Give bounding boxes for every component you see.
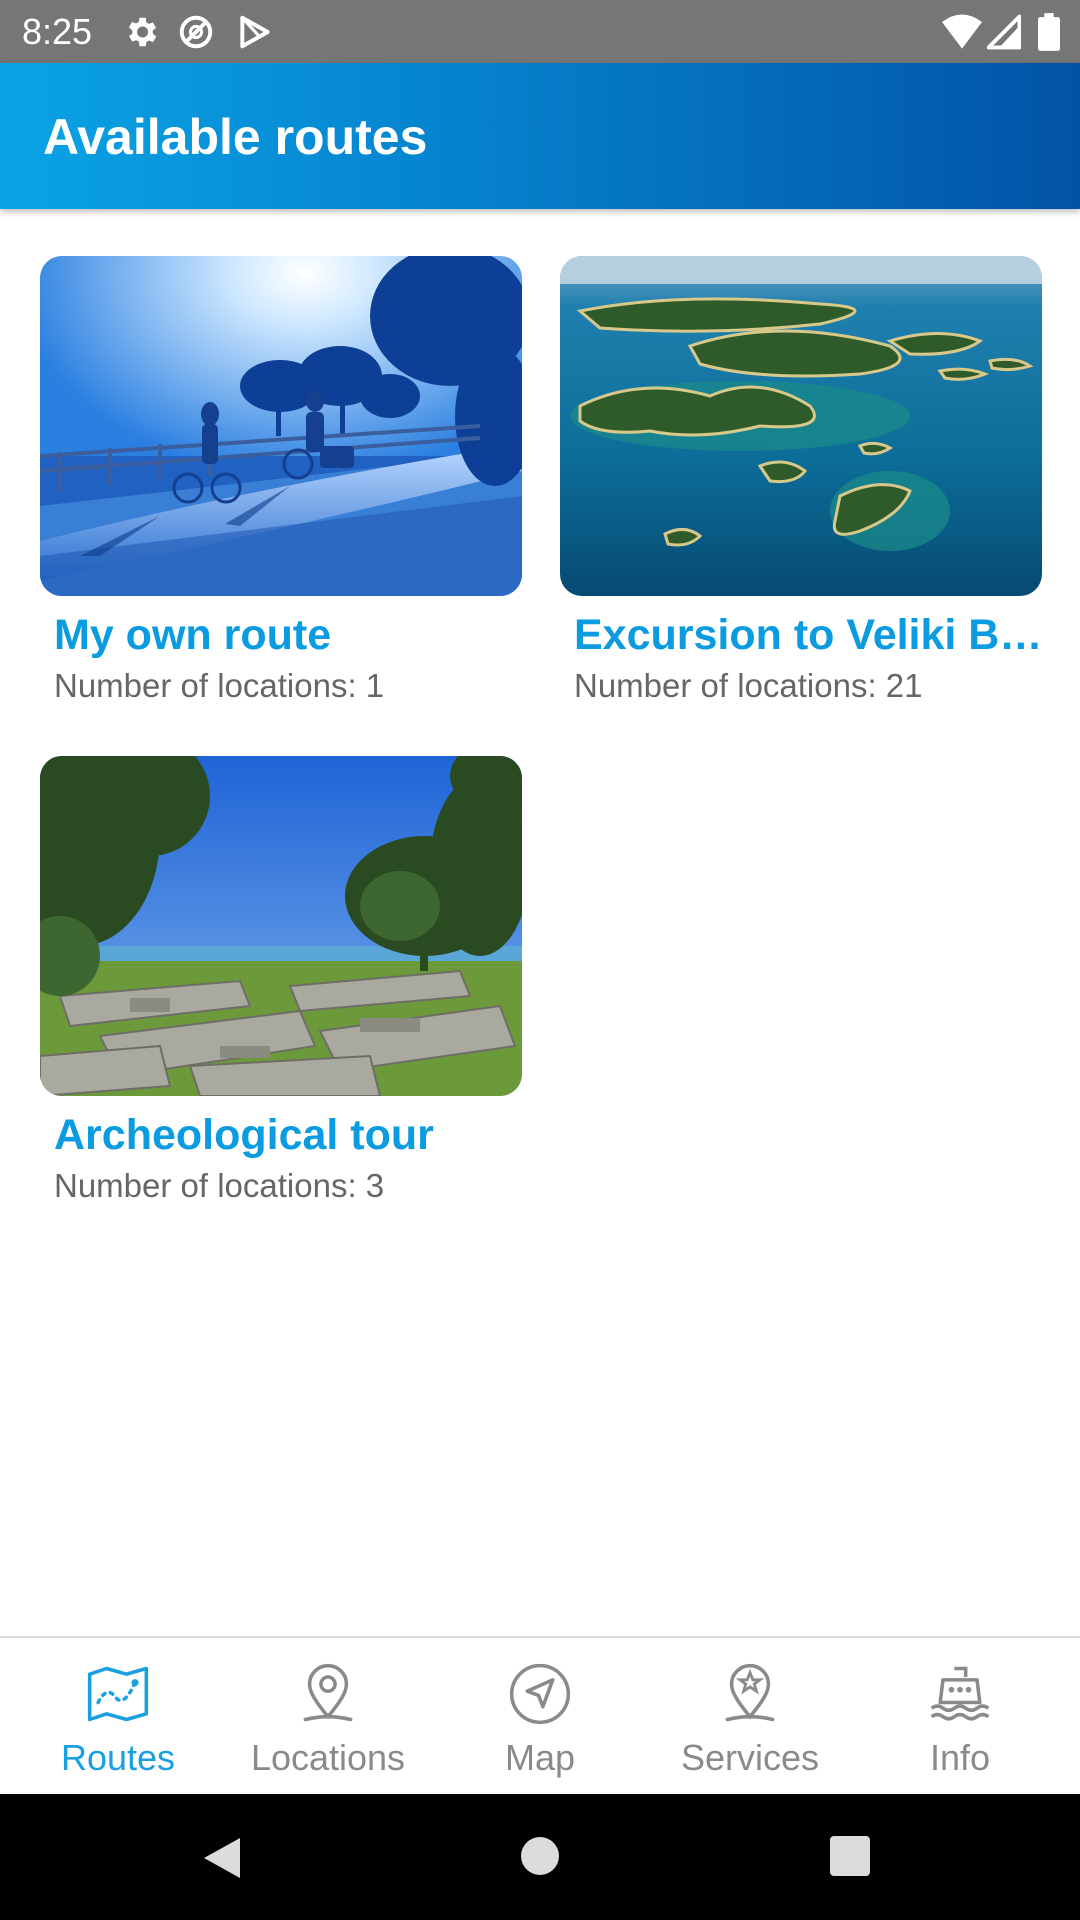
nav-info[interactable]: Info <box>852 1638 1068 1796</box>
route-title: Excursion to Veliki Brijun <box>574 611 1052 659</box>
status-time: 8:25 <box>22 11 93 52</box>
star-pin-icon <box>716 1660 784 1728</box>
nav-label: Info <box>929 1737 991 1778</box>
battery-icon <box>1038 13 1060 56</box>
nav-map[interactable]: Map <box>432 1638 648 1796</box>
page-title: Available routes <box>43 109 428 165</box>
system-nav-bar <box>0 1794 1080 1920</box>
bottom-nav: Routes Locations Map Services Info <box>0 1636 1080 1796</box>
route-location-count: Number of locations: 3 <box>54 1167 385 1204</box>
nav-label: Routes <box>60 1737 176 1778</box>
route-card[interactable]: My own route Number of locations: 1 <box>40 256 522 716</box>
navigation-arrow-icon <box>506 1660 574 1728</box>
nav-label: Services <box>680 1737 820 1778</box>
ship-icon <box>926 1660 994 1728</box>
route-card[interactable]: Excursion to Veliki Brijun Number of loc… <box>560 256 1052 716</box>
map-route-icon <box>84 1660 152 1728</box>
gear-icon <box>122 13 160 56</box>
route-title: Archeological tour <box>54 1111 434 1159</box>
nav-label: Map <box>504 1737 576 1778</box>
route-title: My own route <box>54 611 332 659</box>
nav-routes[interactable]: Routes <box>10 1638 226 1796</box>
app-bar: Available routes <box>0 63 1080 209</box>
at-sign-icon <box>177 13 215 56</box>
recents-icon[interactable] <box>830 1836 870 1881</box>
back-icon[interactable] <box>200 1834 244 1887</box>
status-bar: 8:25 <box>0 0 1080 63</box>
route-card[interactable]: Archeological tour Number of locations: … <box>40 756 522 1216</box>
nav-services[interactable]: Services <box>642 1638 858 1796</box>
aerial-islands-photo <box>560 256 1042 596</box>
location-pin-icon <box>294 1660 362 1728</box>
play-store-icon <box>236 13 274 56</box>
nav-locations[interactable]: Locations <box>220 1638 436 1796</box>
stone-ruins-photo <box>40 756 522 1096</box>
home-icon[interactable] <box>520 1836 560 1881</box>
route-location-count: Number of locations: 1 <box>54 667 385 704</box>
cyclists-photo <box>40 256 522 596</box>
signal-icon <box>986 13 1022 56</box>
wifi-icon <box>942 13 982 56</box>
route-location-count: Number of locations: 21 <box>574 667 923 704</box>
nav-label: Locations <box>250 1737 406 1778</box>
